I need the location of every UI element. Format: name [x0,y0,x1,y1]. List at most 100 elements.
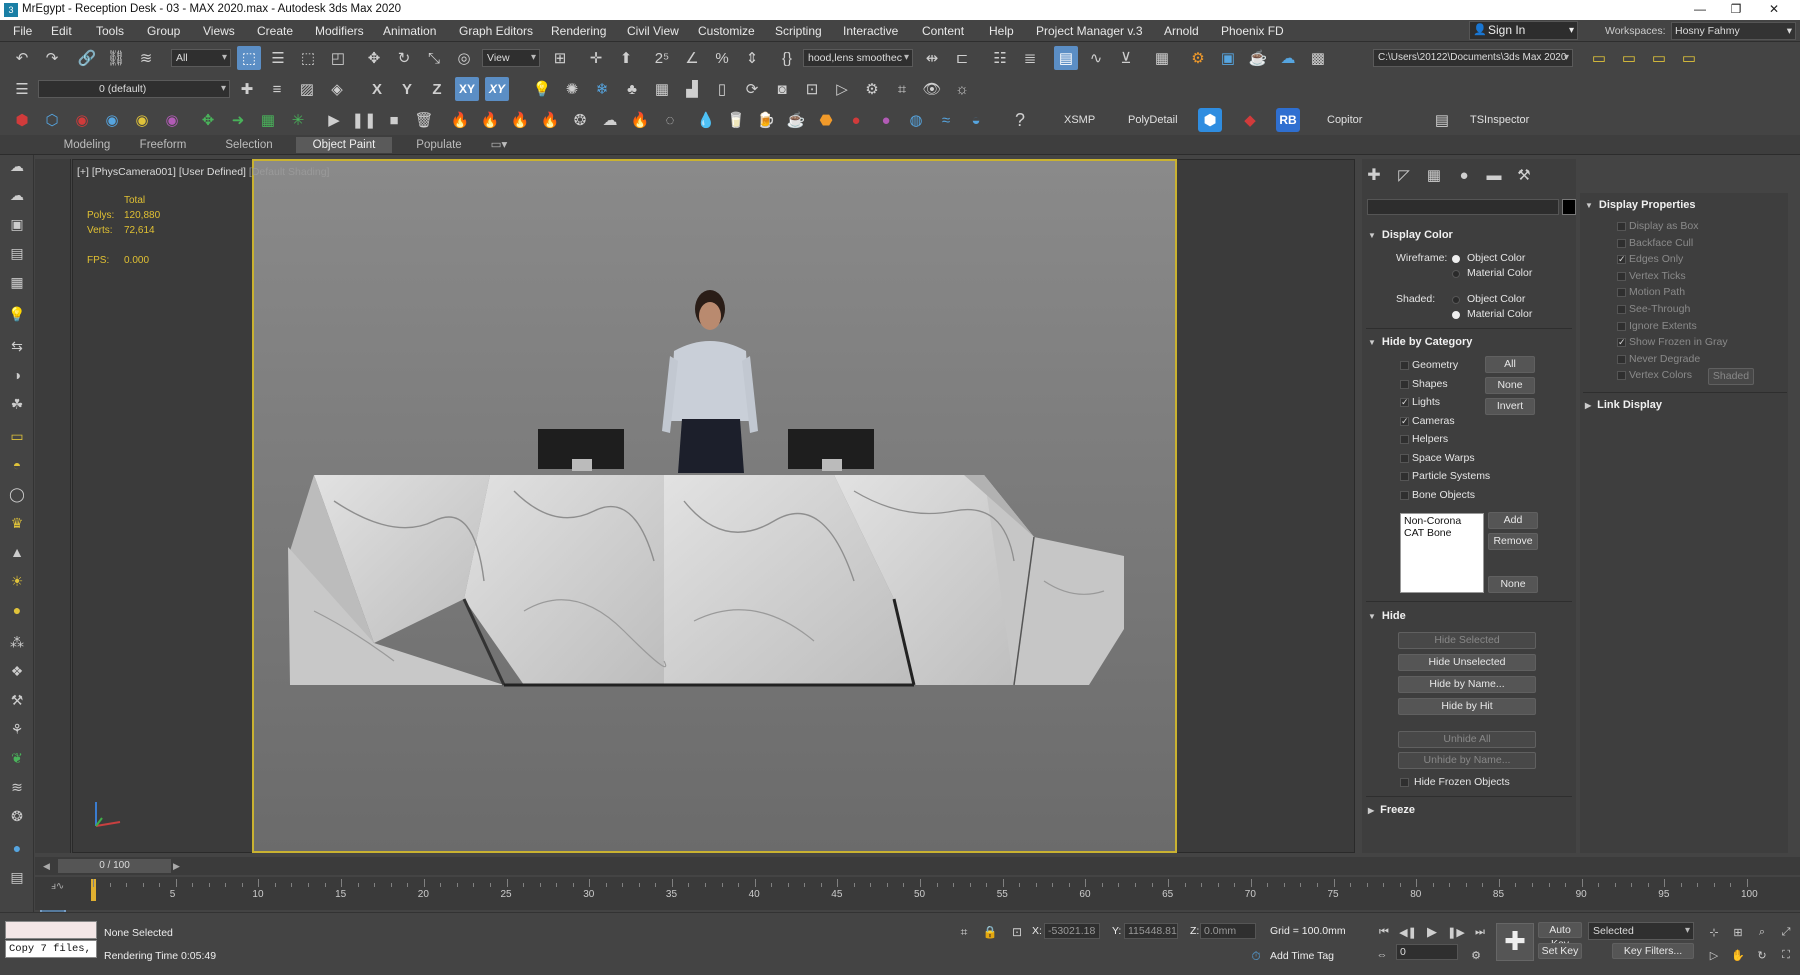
current-frame-field[interactable]: 0 [1396,944,1458,960]
viewport-menu[interactable]: [+] [77,166,89,178]
tsinspector-icon[interactable]: ▤ [1430,108,1454,132]
zoom-region-icon[interactable]: ⌕ [1750,920,1774,944]
hide-frozen-checkbox[interactable] [1400,778,1409,787]
smoke-preset-icon[interactable]: ☁ [598,108,622,132]
maximize-viewport-icon[interactable]: ⤢ [1774,920,1798,944]
coffee-preset-icon[interactable]: ☕ [784,108,808,132]
tab-modeling[interactable]: Modeling [52,137,122,153]
create-tab-icon[interactable]: ✚ [1362,163,1386,187]
add-time-tag[interactable]: Add Time Tag [1270,950,1334,962]
menu-rendering[interactable]: Rendering [551,24,606,38]
display-prop-checkbox-display-as-box[interactable] [1617,222,1626,231]
mirror-icon[interactable]: ⇹ [920,46,944,70]
edit-named-selection-icon[interactable]: {} [775,46,799,70]
auto-key-button[interactable]: Auto Key [1538,922,1582,950]
display-prop-checkbox-ignore-extents[interactable] [1617,321,1626,331]
menu-animation[interactable]: Animation [383,24,436,38]
viewport-label[interactable]: [+] [PhysCamera001] [User Defined] [Defa… [77,166,329,178]
refresh-icon[interactable]: ⟳ [740,77,764,101]
tab-selection[interactable]: Selection [214,137,284,153]
tool-icon[interactable]: ⚒ [5,689,29,711]
tab-freeform[interactable]: Freeform [128,137,198,153]
keyboard-shortcut-icon[interactable]: ⬆ [614,46,638,70]
menu-help[interactable]: Help [989,24,1014,38]
category-checkbox-shapes[interactable] [1400,379,1409,389]
key-filters-button[interactable]: Key Filters... [1612,943,1694,959]
go-to-end-icon[interactable]: ⏭ [1468,920,1492,944]
time-tag-icon[interactable]: ⏱ [1244,944,1268,968]
render-production-icon[interactable]: ☕ [1246,46,1270,70]
light-bulb-icon[interactable]: 💡 [530,77,554,101]
sphere-icon[interactable]: ● [5,837,29,859]
drops-preset-icon[interactable]: 💧 [694,108,718,132]
hierarchy-tab-icon[interactable]: ▦ [1422,163,1446,187]
window-crossing-icon[interactable]: ◰ [326,46,350,70]
bulb-outline-icon[interactable]: ☼ [950,77,974,101]
undo-icon[interactable]: ↶ [10,46,34,70]
pool-preset-icon[interactable]: ◒ [964,108,988,132]
spinner-snap-icon[interactable]: ⇕ [740,46,764,70]
motion-tab-icon[interactable]: ● [1452,163,1476,187]
scene-explorer-icon[interactable]: ☷ [988,46,1012,70]
layer-dropdown[interactable]: 0 (default) [38,80,230,98]
filter-remove-button[interactable]: Remove [1488,533,1538,550]
link-display-rollout[interactable]: ▶ Link Display [1585,396,1662,414]
beer-preset-icon[interactable]: 🍺 [754,108,778,132]
project-save-icon[interactable]: ▭ [1677,46,1701,70]
bind-space-warp-icon[interactable]: ≋ [134,46,158,70]
axis-y-button[interactable]: Y [395,77,419,101]
environment-icon[interactable]: ❂ [5,805,29,827]
converter-icon[interactable]: ⇆ [5,335,29,357]
playback-icon[interactable]: ▷ [830,77,854,101]
ies-light-icon[interactable]: ● [5,599,29,621]
smoke-sphere-icon[interactable]: ◉ [130,108,154,132]
rb-button[interactable]: RB [1276,108,1300,132]
rectangular-selection-icon[interactable]: ⬚ [296,46,320,70]
menu-scripting[interactable]: Scripting [775,24,822,38]
tomato-preset-icon[interactable]: ● [844,108,868,132]
next-frame-icon[interactable]: ❚▶ [1444,920,1468,944]
close-button[interactable]: ✕ [1756,0,1792,20]
utilities-tab-icon[interactable]: ⚒ [1512,163,1536,187]
project-open-icon[interactable]: ▭ [1647,46,1671,70]
leaf-icon[interactable]: ❦ [5,747,29,769]
lock-icon[interactable]: 🔒 [978,920,1002,944]
ribbon-toggle-icon[interactable]: ▤ [1054,46,1078,70]
set-key-big-icon[interactable]: ✚ [1496,923,1534,961]
menu-edit[interactable]: Edit [51,24,72,38]
menu-project-manager[interactable]: Project Manager v.3 [1036,24,1143,38]
grid-emitter-icon[interactable]: ▦ [256,108,280,132]
object-color-swatch[interactable] [1562,199,1576,215]
render-iterative-icon[interactable]: ☁ [1276,46,1300,70]
liquid-sphere-icon[interactable]: ◉ [160,108,184,132]
display-prop-checkbox-vertex-colors[interactable] [1617,371,1626,381]
percent-snap-icon[interactable]: % [710,46,734,70]
frame-buffer-icon[interactable]: ▦ [5,271,29,293]
trash-icon[interactable]: 🗑 [412,108,436,132]
fire-sphere-icon[interactable]: ◉ [70,108,94,132]
cube-outline-icon[interactable]: ⬡ [40,108,64,132]
wireframe-material-color-radio[interactable] [1452,270,1460,278]
create-icon[interactable]: ☁ [5,155,29,177]
curve-icon[interactable]: ⅎ∿ [51,881,64,892]
reference-coordinate-dropdown[interactable]: View [482,49,540,67]
display-prop-checkbox-never-degrade[interactable] [1617,354,1626,364]
play-animation-icon[interactable]: ▶ [1420,920,1444,944]
proxy-icon[interactable]: ◑ [5,364,29,386]
selection-filter-dropdown[interactable]: All [171,49,231,67]
select-manipulate-icon[interactable]: ✛ [584,46,608,70]
pivot-center-icon[interactable]: ⊞ [548,46,572,70]
category-checkbox-space-warps[interactable] [1400,453,1409,463]
vertex-colors-shaded-button[interactable]: Shaded [1708,368,1754,385]
go-to-start-icon[interactable]: ⏮ [1372,920,1396,944]
menu-modifiers[interactable]: Modifiers [315,24,364,38]
play-icon[interactable]: ▶ [322,108,346,132]
placement-icon[interactable]: ◎ [452,46,476,70]
category-checkbox-lights[interactable]: ✓ [1400,398,1409,407]
display-prop-checkbox-backface-cull[interactable] [1617,238,1626,248]
splash-preset-icon[interactable]: ◍ [904,108,928,132]
plugin-gem-icon[interactable]: ◆ [1238,108,1262,132]
maxscript-listener[interactable]: Copy 7 files, [5,940,97,958]
help-icon[interactable]: ? [1008,108,1032,132]
maxscript-listener-top[interactable] [5,921,97,939]
